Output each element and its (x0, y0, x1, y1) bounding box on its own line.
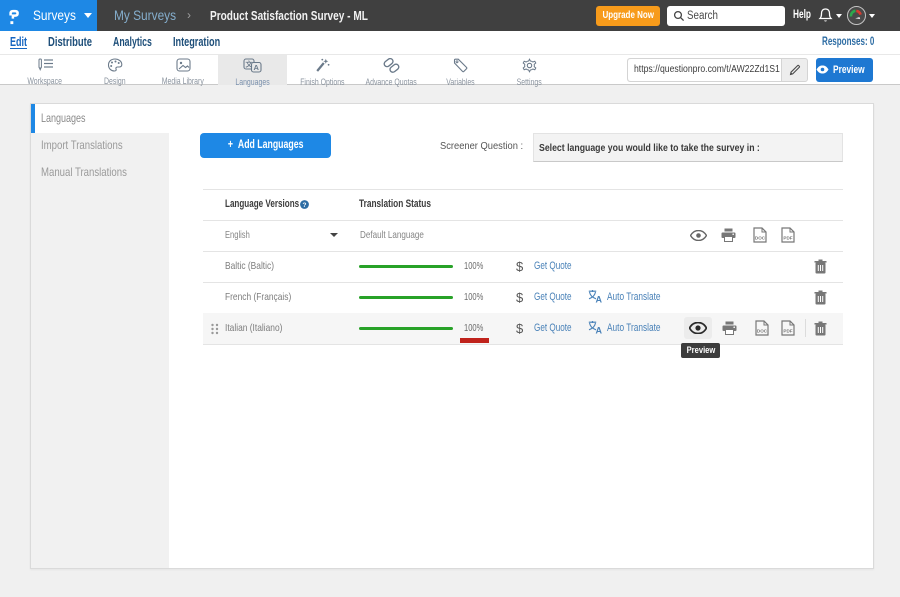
svg-text:A: A (595, 326, 602, 335)
svg-text:PDF: PDF (783, 329, 792, 334)
svg-text:A: A (595, 295, 602, 304)
svg-text:A: A (253, 63, 259, 72)
svg-text:?: ? (303, 202, 307, 209)
svg-text:DOC: DOC (757, 329, 768, 334)
svg-text:PDF: PDF (783, 236, 792, 241)
svg-text:DOC: DOC (755, 236, 766, 241)
